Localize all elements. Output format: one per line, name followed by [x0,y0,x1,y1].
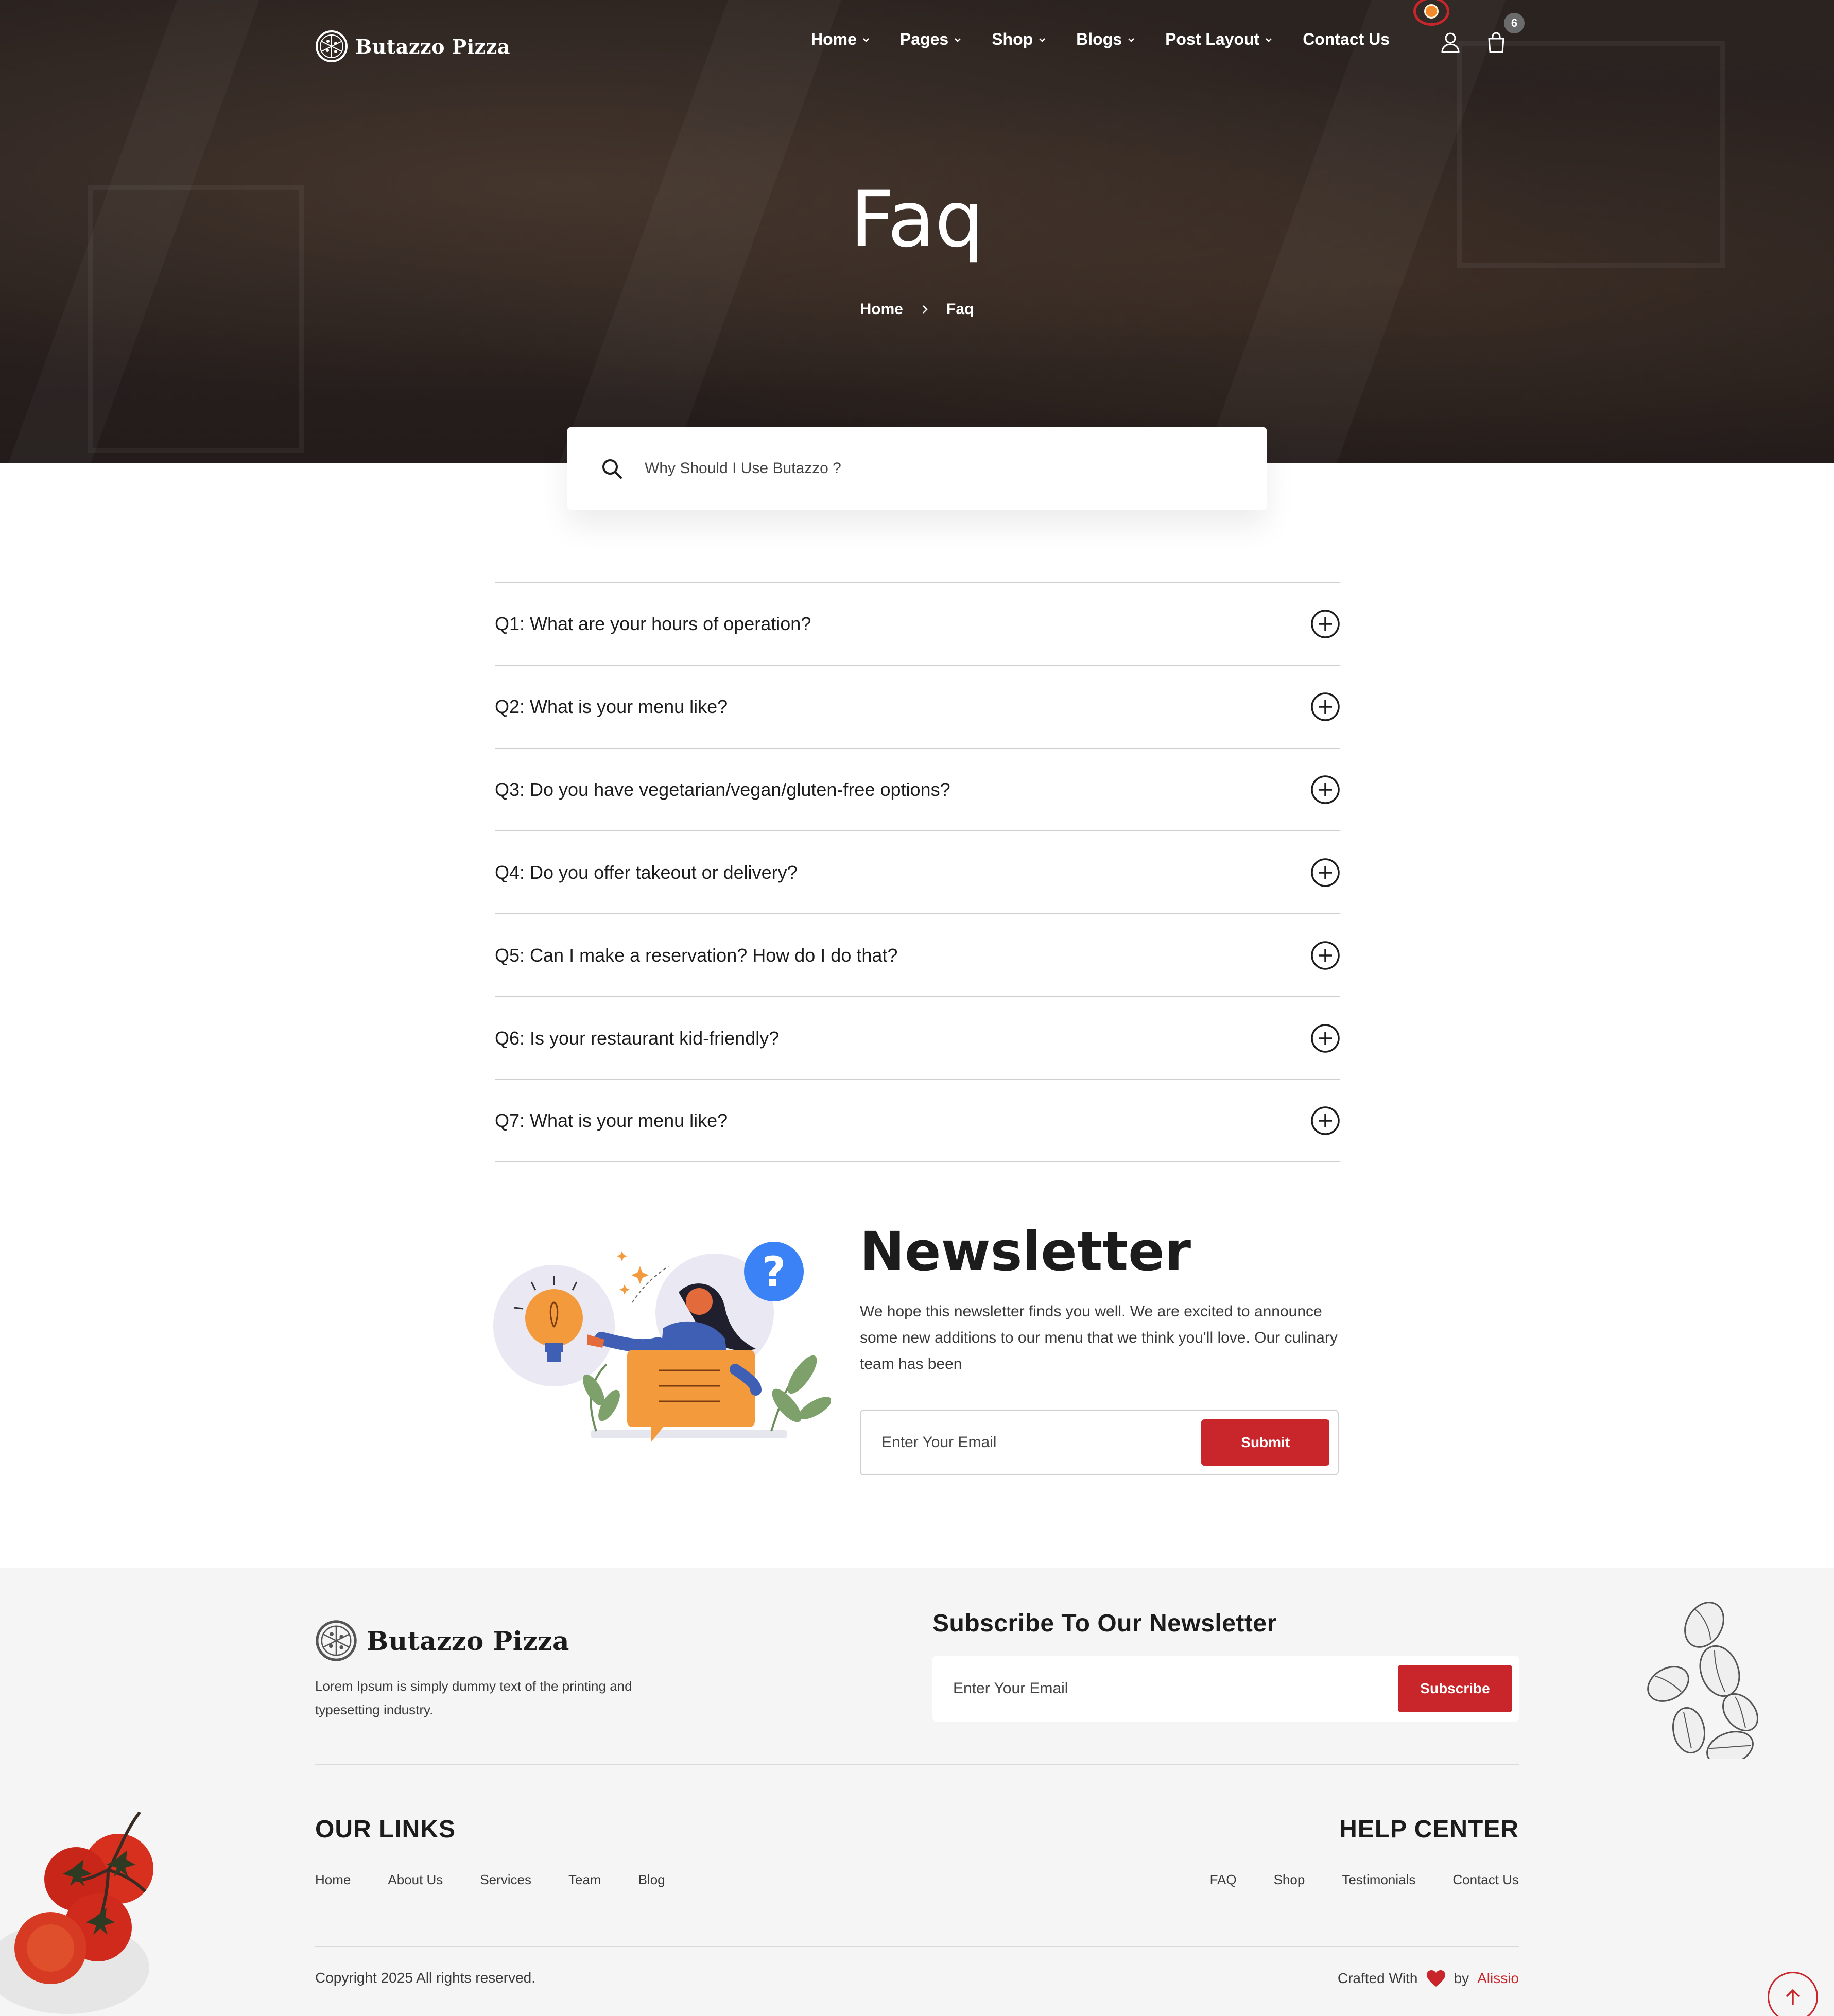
newsletter-form: Submit [860,1410,1339,1475]
nav-item-label: Blogs [1076,30,1122,48]
newsletter-submit-button[interactable]: Submit [1201,1419,1329,1466]
chevron-down-icon [1128,38,1134,42]
newsletter-title: Newsletter [860,1220,1191,1283]
footer-subscribe-form: Subscribe [932,1656,1519,1722]
footer-link-home[interactable]: Home [315,1872,351,1888]
plus-circle-icon[interactable] [1310,1023,1340,1053]
footer-link-faq[interactable]: FAQ [1210,1872,1237,1888]
faq-item[interactable]: Q6: Is your restaurant kid-friendly? [495,996,1340,1079]
faq-question: Q2: What is your menu like? [495,696,728,717]
search-icon[interactable] [599,456,624,481]
footer-link-contact-us[interactable]: Contact Us [1452,1872,1519,1888]
faq-item[interactable]: Q3: Do you have vegetarian/vegan/gluten-… [495,748,1340,830]
help-center-title: HELP CENTER [1339,1816,1519,1843]
cart-count-badge: 6 [1504,13,1525,33]
footer-description: Lorem Ipsum is simply dummy text of the … [315,1678,632,1717]
faq-item[interactable]: Q2: What is your menu like? [495,665,1340,748]
nav-item-contact-us[interactable]: Contact Us [1303,30,1390,49]
nav-item-post-layout[interactable]: Post Layout [1165,30,1274,49]
faq-question: Q1: What are your hours of operation? [495,613,811,634]
crafted-by-label: by [1454,1970,1469,1986]
hero-banner: Butazzo Pizza Home Pages Shop Blogs Post… [0,0,1834,463]
page-title: Faq [850,175,984,265]
plus-circle-icon[interactable] [1310,692,1340,722]
plus-circle-icon[interactable] [1310,1106,1340,1136]
footer-logo-text: Butazzo Pizza [367,1625,569,1656]
site-logo[interactable]: Butazzo Pizza [315,30,510,63]
our-links-list: Home About Us Services Team Blog [315,1872,665,1888]
nav-item-home[interactable]: Home [811,30,871,49]
faq-accordion: Q1: What are your hours of operation? Q2… [495,582,1340,1162]
faq-item[interactable]: Q5: Can I make a reservation? How do I d… [495,913,1340,996]
chevron-right-icon [923,305,928,314]
pizza-logo-icon [316,30,348,62]
faq-question: Q5: Can I make a reservation? How do I d… [495,944,898,966]
footer-subscribe-title: Subscribe To Our Newsletter [932,1610,1277,1637]
nav-item-pages[interactable]: Pages [900,30,963,49]
footer-logo[interactable]: Butazzo Pizza [315,1620,569,1662]
pizza-logo-icon [316,1620,357,1661]
newsletter-text: We hope this newsletter finds you well. … [860,1303,1338,1372]
newsletter-email-input[interactable] [881,1434,1202,1451]
main-nav: Home Pages Shop Blogs Post Layout Contac… [811,30,1390,49]
copyright-text: Copyright 2025 All rights reserved. [315,1970,535,1986]
faq-item[interactable]: Q4: Do you offer takeout or delivery? [495,830,1340,913]
subscribe-button[interactable]: Subscribe [1398,1665,1512,1712]
back-to-top-button[interactable] [1768,1972,1818,2016]
nav-item-label: Post Layout [1165,30,1260,48]
faq-question: Q7: What is your menu like? [495,1109,728,1131]
faq-item[interactable]: Q1: What are your hours of operation? [495,582,1340,665]
help-center-links: FAQ Shop Testimonials Contact Us [1210,1872,1519,1888]
newsletter-illustration: ? [493,1242,831,1443]
footer-divider [315,1946,1519,1947]
footer-link-services[interactable]: Services [480,1872,531,1888]
faq-question: Q4: Do you offer takeout or delivery? [495,861,798,883]
nav-item-shop[interactable]: Shop [992,30,1047,49]
tomato-decoration [0,1812,153,2014]
breadcrumb-home[interactable]: Home [860,301,903,318]
plus-circle-icon[interactable] [1310,609,1340,639]
plus-circle-icon[interactable] [1310,858,1340,888]
logo-text: Butazzo Pizza [355,34,510,58]
faq-item[interactable]: Q7: What is your menu like? [495,1079,1340,1162]
footer-link-testimonials[interactable]: Testimonials [1342,1872,1415,1888]
footer-email-input[interactable] [953,1680,1365,1697]
footer-link-about-us[interactable]: About Us [388,1872,443,1888]
breadcrumb: Home Faq [0,301,1834,318]
search-input[interactable] [645,460,1211,477]
breadcrumb-current: Faq [946,301,974,318]
crafted-with-label: Crafted With [1337,1970,1418,1986]
plus-circle-icon[interactable] [1310,775,1340,805]
faq-question: Q3: Do you have vegetarian/vegan/gluten-… [495,778,950,800]
user-icon[interactable] [1437,29,1464,56]
site-footer: Butazzo Pizza Lorem Ipsum is simply dumm… [0,1568,1834,2016]
plus-circle-icon[interactable] [1310,941,1340,970]
heart-icon [1426,1970,1445,1987]
author-link[interactable]: Alissio [1477,1970,1519,1987]
coffee-beans-decoration [1647,1602,1758,1759]
footer-link-shop[interactable]: Shop [1274,1872,1305,1888]
nav-item-label: Pages [899,30,949,48]
nav-item-label: Home [811,30,857,48]
faq-question: Q6: Is your restaurant kid-friendly? [495,1027,780,1049]
arrow-up-icon [1786,1989,1800,2005]
shopping-bag-icon[interactable] [1483,29,1510,56]
chevron-down-icon [863,38,869,42]
nav-item-label: Shop [992,30,1033,48]
footer-divider [315,1764,1519,1765]
svg-text:?: ? [762,1248,786,1296]
faq-search [567,427,1267,510]
footer-link-blog[interactable]: Blog [638,1872,665,1888]
nav-item-blogs[interactable]: Blogs [1076,30,1136,49]
nav-item-label: Contact Us [1303,30,1390,48]
footer-link-team[interactable]: Team [568,1872,601,1888]
chevron-down-icon [1266,38,1272,42]
chevron-down-icon [1039,38,1046,42]
crafted-credit: Crafted With by Alissio [1338,1970,1519,1987]
chevron-down-icon [955,38,961,42]
our-links-title: OUR LINKS [315,1816,456,1843]
